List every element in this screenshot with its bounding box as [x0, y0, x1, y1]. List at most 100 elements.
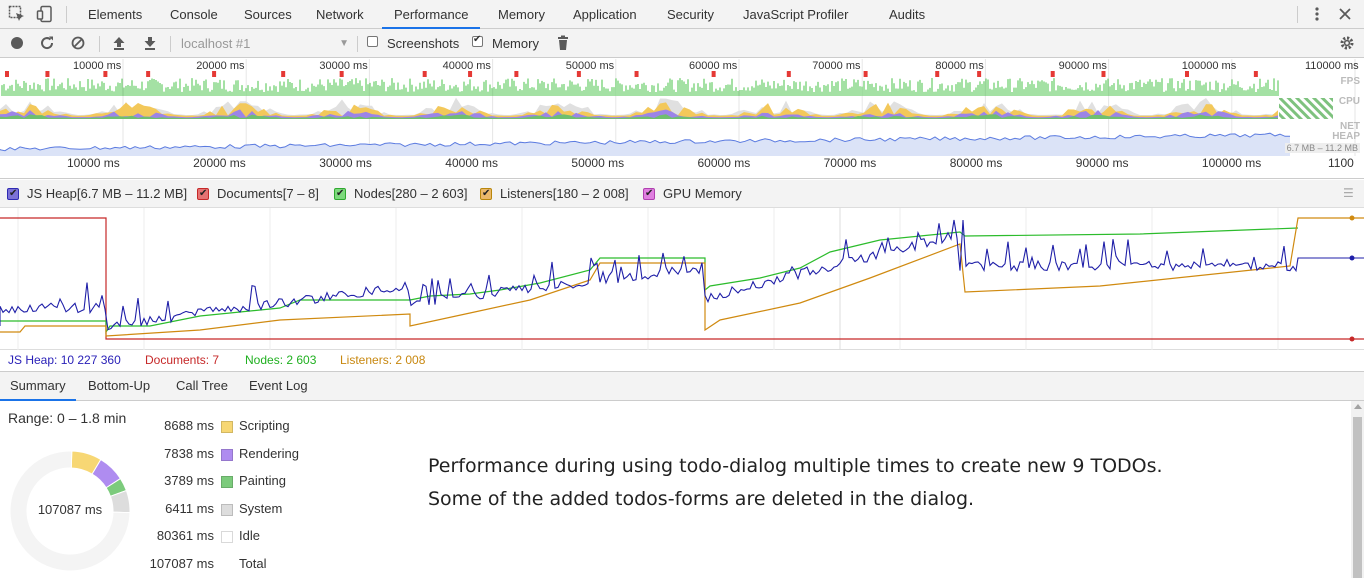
summary-row-painting: 3789 ms Painting	[130, 473, 330, 491]
long-frame-marker	[514, 71, 519, 77]
memory-counters-legend: JS Heap[6.7 MB – 11.2 MB] Documents[7 – …	[0, 180, 1364, 208]
long-frame-marker	[422, 71, 427, 77]
listeners-counter: Listeners: 2 008	[340, 353, 426, 367]
donut-total-label: 107087 ms	[37, 502, 103, 517]
legend-documents-label: Documents[7 – 8]	[217, 186, 319, 201]
legend-listeners[interactable]: Listeners[180 – 2 008]	[480, 186, 629, 202]
tab-application[interactable]: Application	[573, 0, 637, 29]
long-frame-marker	[5, 71, 9, 77]
overview-bottom-tick-label: 40000 ms	[445, 156, 498, 170]
overview-bottom-tick-label: 90000 ms	[1075, 156, 1129, 170]
toolbar-divider	[99, 36, 100, 52]
nodes-counter: Nodes: 2 603	[245, 353, 317, 367]
scripting-name: Scripting	[239, 418, 290, 433]
overview-tick-label: 100000 ms	[1181, 60, 1237, 72]
legend-gpu-memory[interactable]: GPU Memory	[643, 186, 742, 202]
target-select-value: localhost #1	[181, 36, 251, 51]
tab-console[interactable]: Console	[170, 0, 218, 29]
load-profile-icon[interactable]	[111, 35, 127, 51]
range-label: Range: 0 – 1.8 min	[8, 410, 127, 426]
tab-event-log[interactable]: Event Log	[249, 372, 308, 401]
legend-js-heap[interactable]: JS Heap[6.7 MB – 11.2 MB]	[7, 186, 187, 202]
record-icon[interactable]	[9, 35, 25, 51]
overview-bottom-tick-label: 100000 ms	[1201, 156, 1262, 170]
js-heap-checkbox[interactable]	[7, 186, 19, 202]
long-frame-marker	[1253, 71, 1258, 77]
annotation-line-2: Some of the added todos-forms are delete…	[428, 488, 975, 510]
legend-nodes-label: Nodes[280 – 2 603]	[354, 186, 468, 201]
documents-line	[0, 217, 1364, 340]
system-name: System	[239, 501, 283, 516]
cpu-hatched-area	[1279, 98, 1333, 119]
timeline-overview[interactable]: 10000 ms 20000 ms 30000 ms 40000 ms 50000 ms…	[0, 59, 1364, 179]
settings-gear-icon[interactable]	[1339, 35, 1355, 51]
summary-row-system: 6411 ms System	[130, 501, 330, 519]
clear-icon[interactable]	[70, 35, 86, 51]
save-profile-icon[interactable]	[142, 35, 158, 51]
long-frame-marker	[863, 71, 868, 77]
tab-network[interactable]: Network	[316, 0, 364, 29]
summary-row-rendering: 7838 ms Rendering	[130, 446, 330, 464]
nodes-checkbox[interactable]	[334, 186, 346, 202]
more-options-icon[interactable]	[1310, 5, 1324, 26]
listeners-line	[0, 217, 1364, 337]
annotation-line-1: Performance during using todo-dialog mul…	[428, 455, 1163, 477]
devtools-tabbar: Elements Console Sources Network Perform…	[0, 0, 1364, 29]
painting-value: 3789 ms	[164, 473, 214, 488]
target-select[interactable]: localhost #1 ▼	[181, 35, 351, 52]
memory-checkbox[interactable]	[472, 34, 483, 47]
tab-elements[interactable]: Elements	[88, 0, 142, 29]
listeners-checkbox[interactable]	[480, 186, 492, 202]
overview-tick-label: 90000 ms	[1058, 60, 1107, 72]
long-frame-marker	[45, 71, 50, 77]
tab-bottom-up[interactable]: Bottom-Up	[88, 372, 150, 401]
tab-summary[interactable]: Summary	[0, 372, 76, 401]
tab-performance[interactable]: Performance	[382, 0, 481, 29]
device-toolbar-icon[interactable]	[36, 5, 54, 26]
fps-label: FPS	[1340, 76, 1360, 87]
overview-tick-label: 50000 ms	[565, 60, 615, 72]
documents-counter: Documents: 7	[145, 353, 220, 367]
overview-bottom-tick-label: 20000 ms	[193, 156, 246, 170]
tab-security[interactable]: Security	[667, 0, 714, 29]
cpu-label: CPU	[1338, 96, 1360, 107]
trash-icon[interactable]	[555, 35, 571, 51]
scrollbar-thumb[interactable]	[1353, 417, 1362, 578]
overview-bottom-tick-label: 60000 ms	[697, 156, 751, 170]
tab-javascript-profiler[interactable]: JavaScript Profiler	[743, 0, 848, 29]
tabbar-divider	[66, 6, 67, 23]
legend-documents[interactable]: Documents[7 – 8]	[197, 186, 319, 202]
painting-name: Painting	[239, 473, 286, 488]
system-swatch	[221, 504, 233, 516]
long-frame-marker	[281, 71, 286, 77]
scroll-up-icon[interactable]	[1354, 404, 1362, 409]
documents-checkbox[interactable]	[197, 186, 209, 202]
summary-scrollbar[interactable]	[1351, 401, 1364, 578]
summary-row-total: 107087 ms Total	[130, 556, 330, 574]
rendering-value: 7838 ms	[164, 446, 214, 461]
tab-sources[interactable]: Sources	[244, 0, 292, 29]
legend-listeners-label: Listeners[180 – 2 008]	[500, 186, 629, 201]
long-frame-marker	[1050, 71, 1055, 77]
summary-row-scripting: 8688 ms Scripting	[130, 418, 330, 436]
tab-call-tree[interactable]: Call Tree	[176, 372, 228, 401]
toolbar-divider	[357, 36, 358, 52]
drag-handle-icon[interactable]: ☰	[1343, 186, 1354, 200]
tab-memory[interactable]: Memory	[498, 0, 545, 29]
overview-bottom-tick-label: 30000 ms	[319, 156, 372, 170]
close-icon[interactable]	[1338, 5, 1352, 26]
summary-row-idle: 80361 ms Idle	[130, 528, 330, 546]
heap-label: HEAP	[1332, 131, 1360, 142]
legend-nodes[interactable]: Nodes[280 – 2 603]	[334, 186, 467, 202]
gpu-memory-checkbox[interactable]	[643, 186, 655, 202]
reload-icon[interactable]	[39, 35, 55, 51]
screenshots-checkbox[interactable]	[367, 36, 378, 47]
overview-bottom-tick-label: 50000 ms	[571, 156, 625, 170]
legend-gpu-memory-label: GPU Memory	[663, 186, 742, 201]
scripting-swatch	[221, 421, 233, 433]
tab-audits[interactable]: Audits	[889, 0, 925, 29]
idle-swatch	[221, 531, 233, 543]
tabbar-divider	[1297, 6, 1298, 23]
memory-counters-chart[interactable]	[0, 208, 1364, 350]
inspect-element-icon[interactable]	[8, 5, 26, 26]
